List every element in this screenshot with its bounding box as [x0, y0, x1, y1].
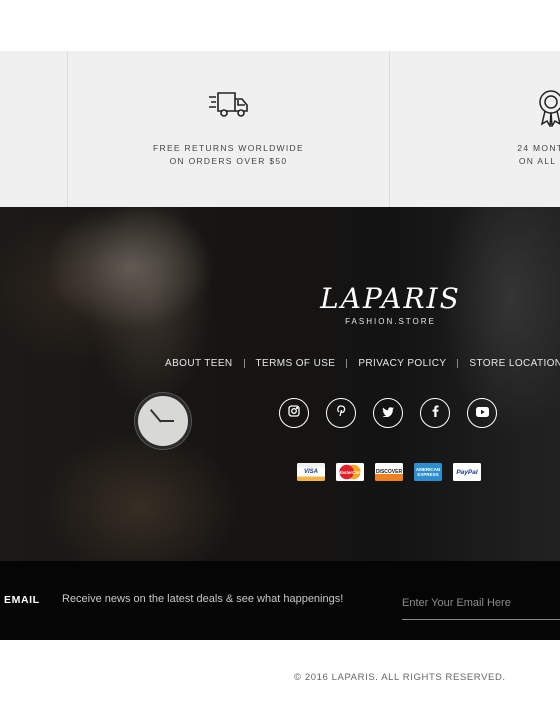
wristwatch-image: [135, 393, 191, 449]
amex-card-icon: AMERICAN EXPRESS: [414, 463, 442, 481]
youtube-icon: [475, 404, 489, 422]
feature-warranty: 24 MONTH W ON ALL PRO: [390, 51, 560, 207]
nav-link-terms-of-use[interactable]: TERMS OF USE: [256, 358, 336, 369]
brand-name: LAPARIS: [320, 282, 461, 315]
discover-card-icon: DISCOVER: [375, 463, 403, 481]
facebook-button[interactable]: [420, 398, 450, 428]
youtube-button[interactable]: [467, 398, 497, 428]
hero-overlay: [0, 207, 560, 561]
twitter-button[interactable]: [373, 398, 403, 428]
nav-separator: [346, 358, 348, 368]
pinterest-icon: [336, 404, 346, 422]
paypal-icon: PayPal: [453, 463, 481, 481]
instagram-button[interactable]: [279, 398, 309, 428]
social-links: [279, 398, 514, 428]
twitter-icon: [382, 404, 394, 422]
copyright-brand-link[interactable]: LAPARIS: [332, 672, 376, 683]
copyright-suffix: . ALL RIGHTS RESERVED.: [375, 672, 506, 683]
features-strip: FREE RETURNS WORLDWIDE ON ORDERS OVER $5…: [0, 51, 560, 207]
payment-methods: VISA MasterCard DISCOVER AMERICAN EXPRES…: [297, 463, 492, 481]
newsletter-description: Receive news on the latest deals & see w…: [62, 593, 344, 605]
copyright-prefix: © 2016: [294, 672, 329, 683]
feature-line: 24 MONTH W: [517, 143, 560, 153]
feature-line: ON ALL PRO: [518, 155, 560, 166]
brand-logo[interactable]: LAPARIS FASHION.STORE: [318, 282, 463, 327]
feature-line: FREE RETURNS WORLDWIDE: [153, 143, 304, 153]
footer-hero: LAPARIS FASHION.STORE ABOUT TEEN TERMS O…: [0, 207, 560, 561]
copyright-text: © 2016 LAPARIS. ALL RIGHTS RESERVED.: [294, 672, 506, 683]
feature-free-returns: FREE RETURNS WORLDWIDE ON ORDERS OVER $5…: [68, 51, 389, 207]
facebook-icon: [432, 404, 439, 422]
award-ribbon-icon: [537, 89, 560, 132]
newsletter-label: EMAIL: [4, 594, 40, 606]
instagram-icon: [288, 404, 300, 422]
nav-link-privacy-policy[interactable]: PRIVACY POLICY: [358, 358, 446, 369]
nav-link-store-location[interactable]: STORE LOCATION: [469, 358, 560, 369]
pinterest-button[interactable]: [326, 398, 356, 428]
mastercard-icon: MasterCard: [336, 463, 364, 481]
visa-card-icon: VISA: [297, 463, 325, 481]
feature-line: ON ORDERS OVER $50: [169, 155, 288, 166]
nav-separator: [457, 358, 459, 368]
newsletter-bar: EMAIL Receive news on the latest deals &…: [0, 561, 560, 640]
email-input[interactable]: [402, 587, 560, 620]
footer-nav: ABOUT TEEN TERMS OF USE PRIVACY POLICY S…: [165, 356, 560, 370]
delivery-truck-icon: [208, 89, 250, 124]
brand-tagline: FASHION.STORE: [345, 317, 436, 326]
nav-separator: [243, 358, 245, 368]
nav-link-about-teen[interactable]: ABOUT TEEN: [165, 358, 233, 369]
